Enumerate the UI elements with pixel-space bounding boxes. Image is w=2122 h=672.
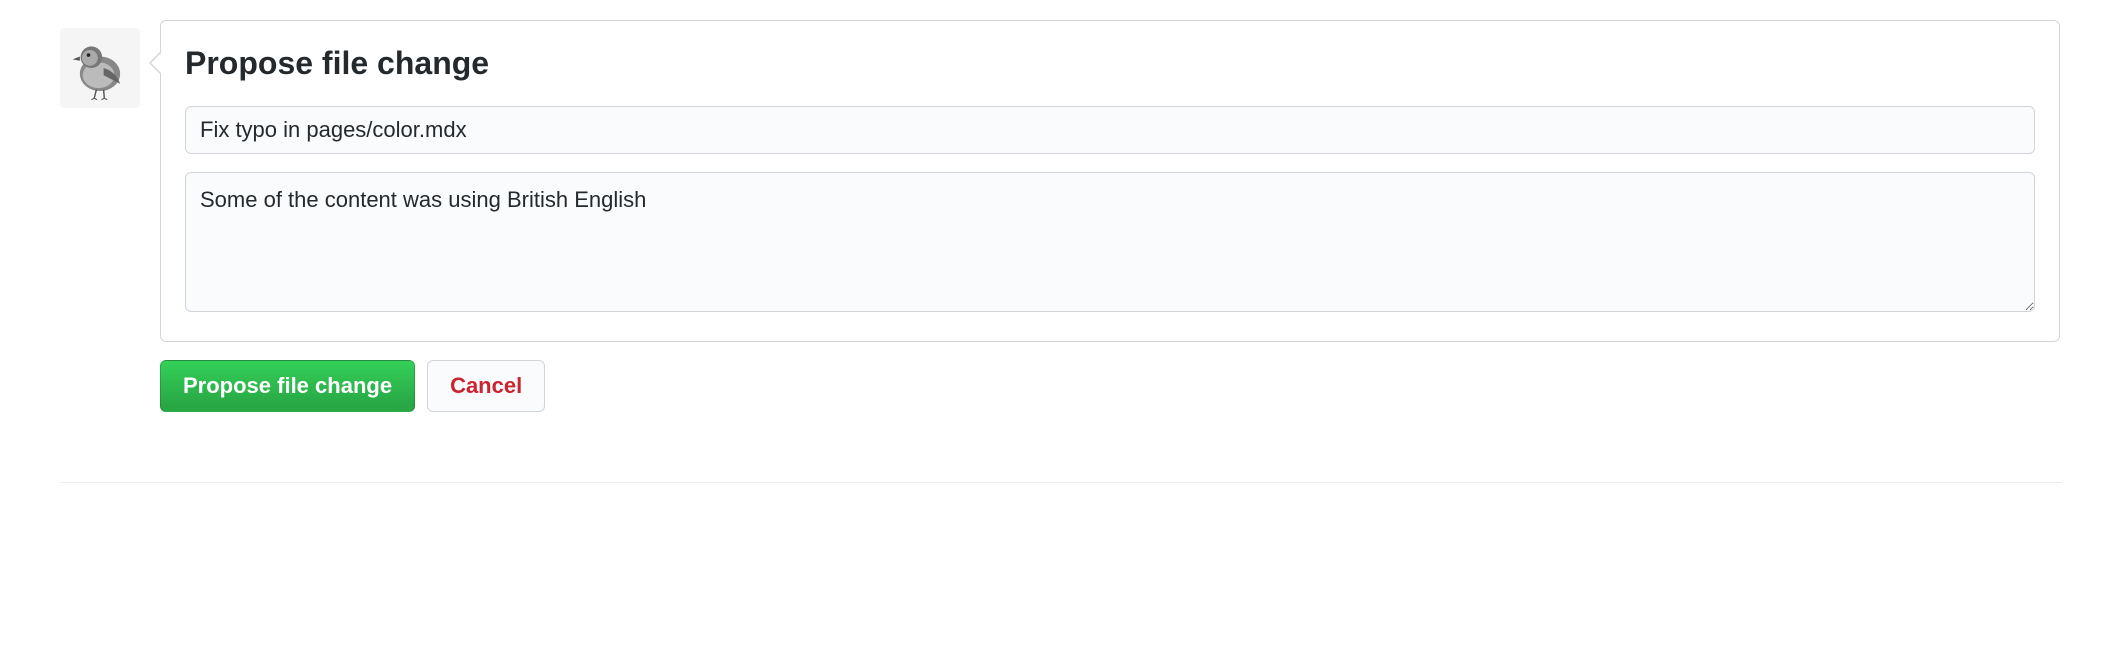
avatar [60,28,140,108]
commit-title-input[interactable] [185,106,2035,154]
propose-change-container: Propose file change Propose file change … [60,20,2060,412]
main-column: Propose file change Propose file change … [160,20,2060,412]
action-bar: Propose file change Cancel [160,360,2060,412]
propose-file-change-button[interactable]: Propose file change [160,360,415,412]
cancel-button[interactable]: Cancel [427,360,545,412]
propose-change-panel: Propose file change [160,20,2060,342]
footer-divider [60,482,2062,483]
commit-description-textarea[interactable] [185,172,2035,312]
panel-title: Propose file change [185,45,2035,82]
bird-avatar-icon [64,32,136,104]
